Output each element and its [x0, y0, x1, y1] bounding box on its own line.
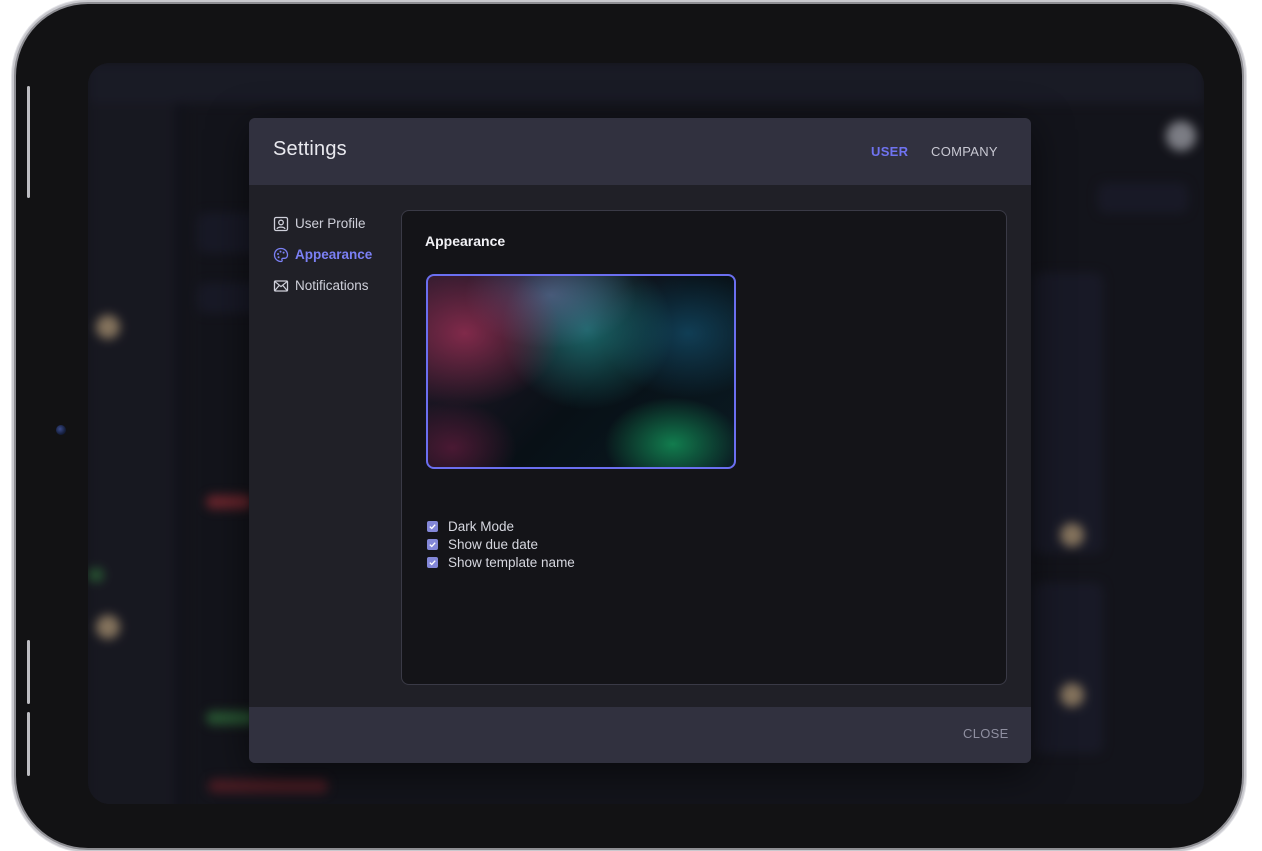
tablet-frame: Settings USER COMPANY User Profile Appea… — [16, 4, 1242, 848]
modal-footer: CLOSE — [249, 707, 1031, 763]
checkbox-checked-icon — [427, 538, 438, 550]
sidebar-item-label: Notifications — [295, 278, 369, 293]
sidebar-item-label: User Profile — [295, 216, 366, 231]
theme-preview[interactable] — [426, 274, 736, 469]
checkbox-label: Show due date — [448, 536, 539, 552]
show-template-name-checkbox[interactable]: Show template name — [427, 553, 575, 571]
mail-icon — [273, 279, 289, 292]
palette-icon — [273, 247, 289, 262]
appearance-options: Dark Mode Show due date Show template na… — [427, 517, 575, 571]
settings-sidebar: User Profile Appearance Notifications — [273, 208, 403, 301]
sidebar-item-appearance[interactable]: Appearance — [273, 239, 403, 270]
sidebar-item-user-profile[interactable]: User Profile — [273, 208, 403, 239]
checkbox-label: Show template name — [448, 554, 575, 570]
modal-title: Settings — [273, 138, 347, 160]
dark-mode-checkbox[interactable]: Dark Mode — [427, 517, 575, 535]
tablet-screen: Settings USER COMPANY User Profile Appea… — [88, 63, 1204, 804]
close-button[interactable]: CLOSE — [963, 726, 1009, 741]
checkbox-label: Dark Mode — [448, 518, 515, 534]
modal-header: Settings USER COMPANY — [249, 118, 1031, 185]
appearance-panel: Appearance Dark Mode Show due date Show … — [401, 210, 1007, 685]
show-due-date-checkbox[interactable]: Show due date — [427, 535, 575, 553]
tab-company[interactable]: COMPANY — [931, 144, 998, 159]
camera-icon — [56, 425, 66, 435]
user-profile-icon — [273, 216, 289, 231]
sidebar-item-label: Appearance — [295, 247, 373, 262]
checkbox-checked-icon — [427, 556, 438, 568]
settings-modal: Settings USER COMPANY User Profile Appea… — [249, 118, 1031, 763]
tab-user[interactable]: USER — [871, 144, 908, 159]
volume-up-button — [27, 640, 30, 704]
power-button — [27, 86, 30, 198]
volume-down-button — [27, 712, 30, 776]
sidebar-item-notifications[interactable]: Notifications — [273, 270, 403, 301]
checkbox-checked-icon — [427, 520, 438, 532]
section-title: Appearance — [425, 233, 506, 249]
